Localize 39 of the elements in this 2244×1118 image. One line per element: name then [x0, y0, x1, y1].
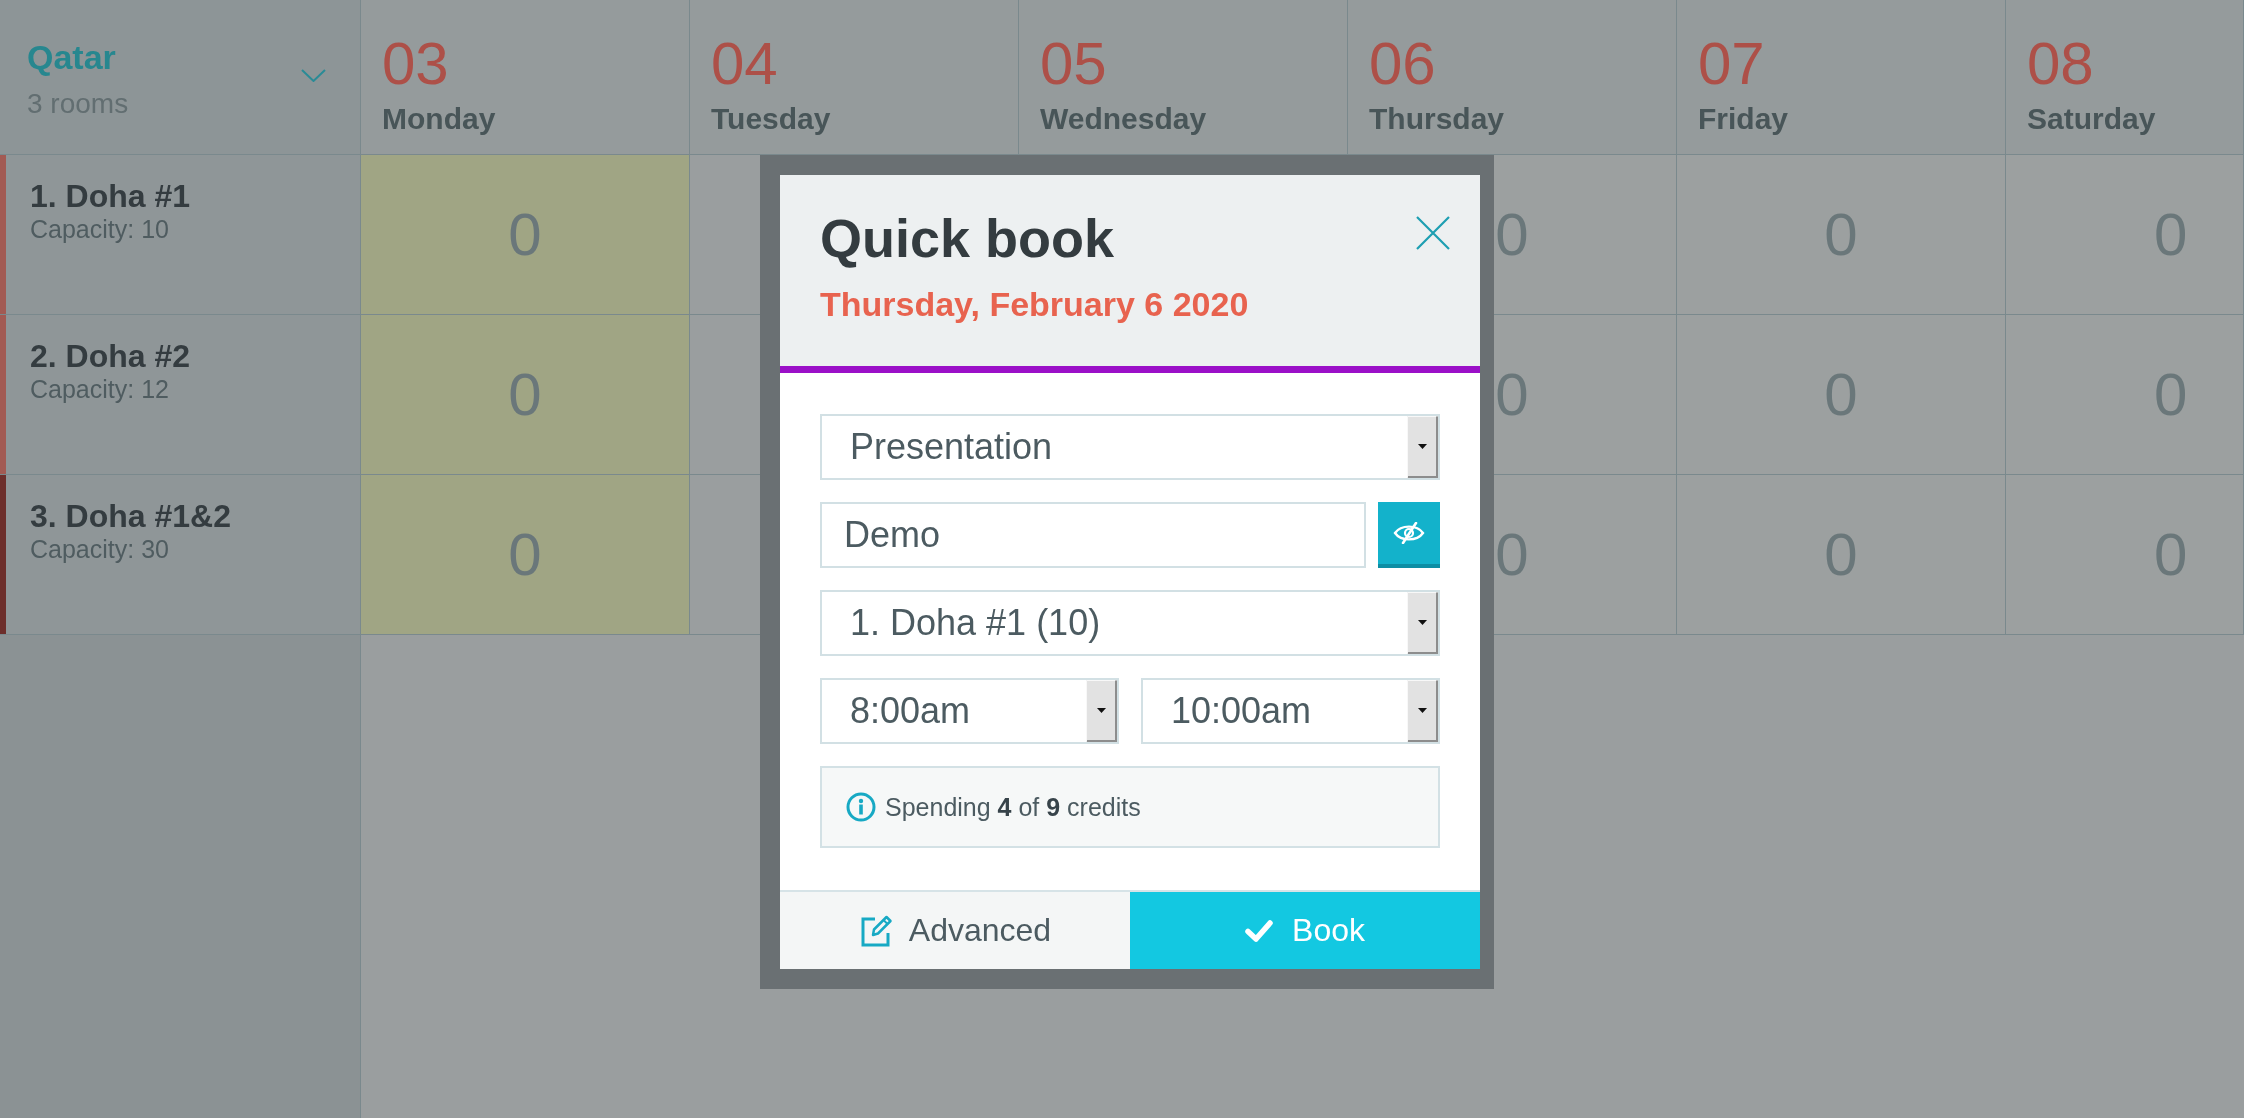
day-number: 07 — [1698, 32, 1765, 96]
day-name: Friday — [1698, 101, 1789, 137]
caret-down-icon — [1407, 416, 1438, 478]
check-icon — [1245, 919, 1274, 942]
dropdown-field[interactable]: 1. Doha #1 (10) — [820, 590, 1440, 656]
room-capacity: Capacity: 30 — [30, 534, 169, 564]
location-name[interactable]: Qatar — [27, 37, 116, 77]
booking-date: Thursday, February 6 2020 — [820, 284, 1249, 324]
visibility-toggle-button[interactable] — [1378, 502, 1440, 568]
day-name: Tuesday — [711, 101, 831, 137]
day-number: 08 — [2027, 32, 2094, 96]
dropdown-field[interactable]: 8:00am — [820, 678, 1119, 744]
advanced-button[interactable]: Advanced — [780, 892, 1130, 969]
room-capacity: Capacity: 10 — [30, 214, 169, 244]
day-name: Wednesday — [1040, 101, 1207, 137]
day-name: Monday — [382, 101, 496, 137]
info-icon — [846, 792, 876, 822]
credits-info-text: Spending 4 of 9 credits — [885, 792, 1141, 822]
dialog-title: Quick book — [820, 207, 1115, 270]
day-number: 06 — [1369, 32, 1436, 96]
book-button[interactable]: Book — [1130, 892, 1480, 969]
close-button[interactable] — [1416, 216, 1450, 250]
caret-down-icon — [1407, 592, 1438, 654]
room-capacity: Capacity: 12 — [30, 374, 169, 404]
day-number: 03 — [382, 32, 449, 96]
caret-down-icon — [1407, 680, 1438, 742]
room-name: 3. Doha #1&2 — [30, 498, 231, 534]
room-name: 2. Doha #2 — [30, 338, 191, 374]
eye-slash-icon — [1393, 522, 1425, 544]
dropdown-field[interactable]: 10:00am — [1141, 678, 1440, 744]
day-number: 05 — [1040, 32, 1107, 96]
close-icon — [1416, 216, 1450, 250]
day-name: Thursday — [1369, 101, 1505, 137]
room-name: 1. Doha #1 — [30, 178, 191, 214]
text-input-field[interactable]: Demo — [820, 502, 1366, 568]
caret-down-icon — [1086, 680, 1117, 742]
day-name: Saturday — [2027, 101, 2156, 137]
dropdown-field[interactable]: Presentation — [820, 414, 1440, 480]
day-number: 04 — [711, 32, 778, 96]
